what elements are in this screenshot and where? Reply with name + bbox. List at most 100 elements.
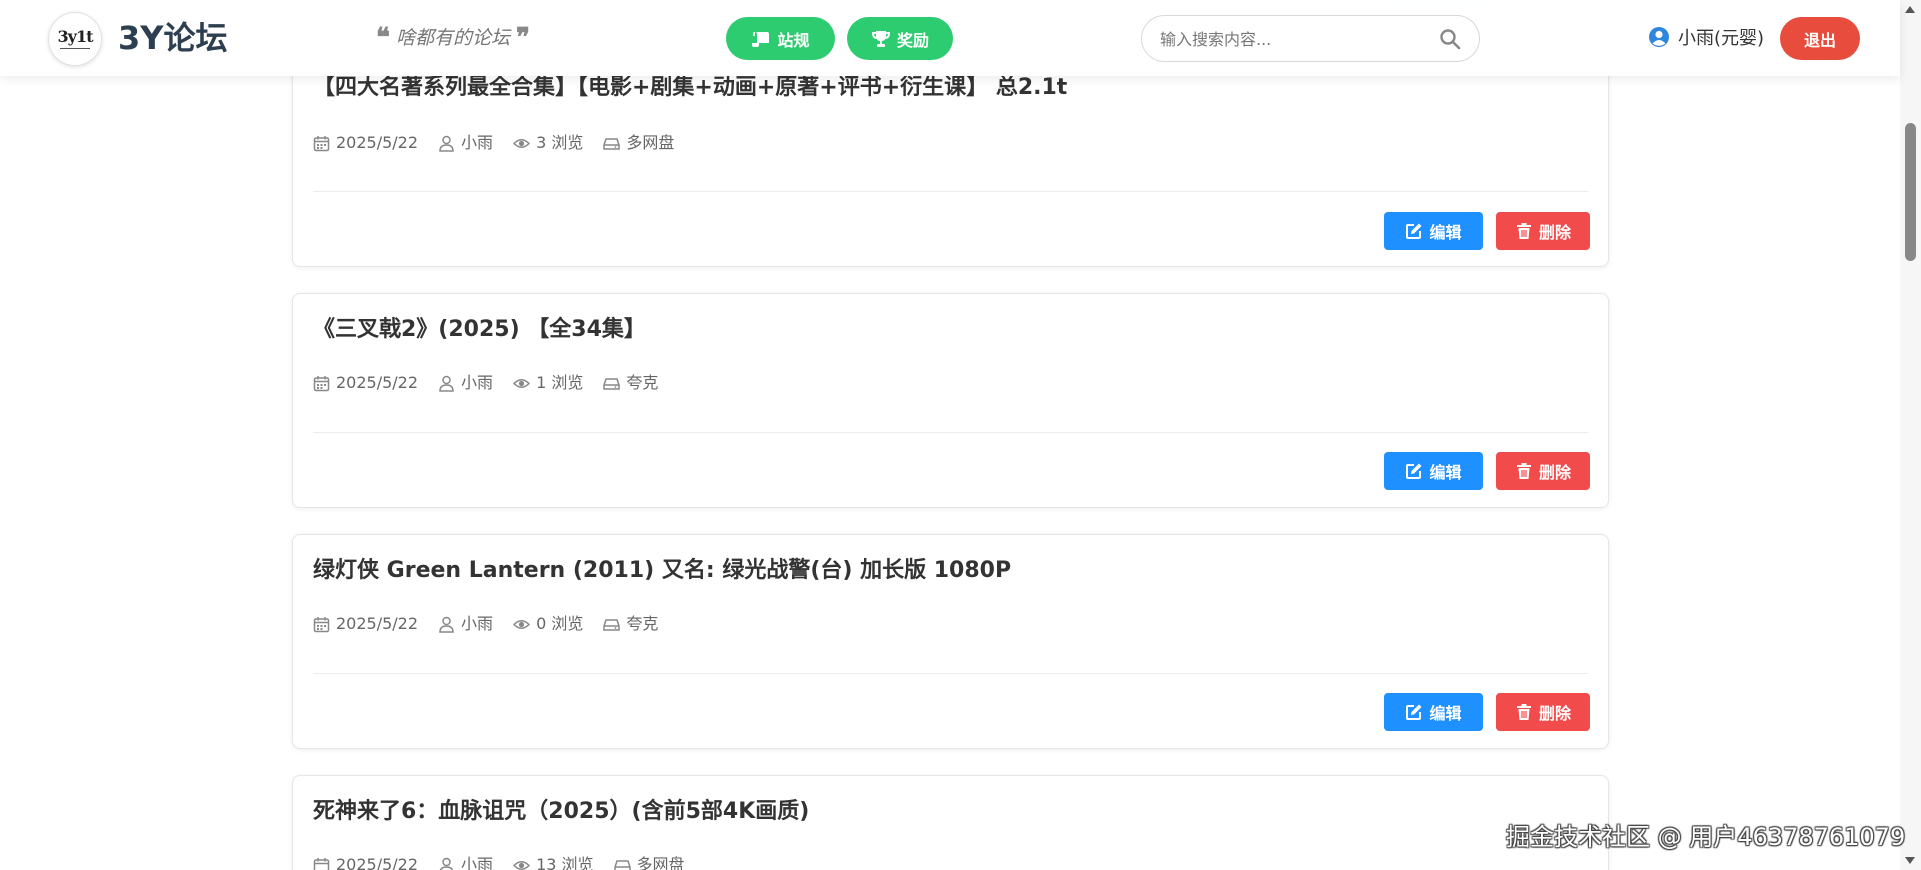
edit-label: 编辑: [1429, 463, 1462, 482]
hard-drive-icon: [603, 377, 621, 390]
post-disk-text: 多网盘: [636, 855, 685, 870]
post-disk: 夸克: [603, 372, 658, 394]
post-date-text: 2025/5/22: [336, 373, 419, 392]
post-disk-text: 多网盘: [626, 133, 675, 152]
reward-button[interactable]: 奖励: [847, 17, 953, 60]
post-meta: 2025/5/22 小雨 3 浏览 多网盘: [313, 132, 694, 154]
search-box: [1141, 15, 1480, 62]
post-views-text: 13 浏览: [536, 855, 594, 870]
post-views-text: 1 浏览: [536, 373, 584, 392]
user-icon: [439, 135, 454, 152]
slogan-text: 啥都有的论坛: [396, 27, 511, 49]
site-title[interactable]: 3Y论坛: [118, 17, 227, 59]
post-card: 绿灯侠 Green Lantern (2011) 又名: 绿光战警(台) 加长版…: [292, 534, 1609, 749]
post-views: 3 浏览: [513, 132, 583, 154]
scroll-up-arrow-icon[interactable]: [1905, 6, 1915, 13]
post-title[interactable]: 死神来了6：血脉诅咒（2025）(含前5部4K画质): [313, 797, 809, 827]
post-author: 小雨: [438, 854, 493, 870]
calendar-icon: [313, 857, 330, 870]
logout-button[interactable]: 退出: [1780, 17, 1860, 60]
post-title[interactable]: 《三叉戟2》(2025) 【全34集】: [313, 315, 646, 345]
post-meta: 2025/5/22 小雨 13 浏览 多网盘: [313, 854, 705, 870]
rules-label: 站规: [777, 30, 810, 50]
edit-icon: [1406, 463, 1422, 479]
post-disk: 夸克: [603, 613, 658, 635]
trash-icon: [1516, 704, 1531, 720]
edit-icon: [1406, 223, 1422, 239]
post-date-text: 2025/5/22: [336, 133, 419, 152]
quote-left-icon: ❝: [376, 23, 390, 53]
site-logo[interactable]: 3y1t: [48, 12, 102, 66]
trash-icon: [1516, 463, 1531, 479]
post-author-text: 小雨: [461, 614, 494, 633]
edit-button[interactable]: 编辑: [1384, 452, 1483, 490]
post-author: 小雨: [438, 132, 493, 154]
scrollbar-thumb[interactable]: [1905, 123, 1916, 261]
card-divider: [313, 191, 1588, 192]
hard-drive-icon: [603, 618, 621, 631]
search-input[interactable]: [1160, 25, 1430, 53]
post-title[interactable]: 【四大名著系列最全合集】【电影+剧集+动画+原著+评书+衍生课】 总2.1t: [313, 73, 1067, 103]
delete-label: 删除: [1538, 463, 1571, 482]
post-meta: 2025/5/22 小雨 1 浏览 夸克: [313, 372, 678, 394]
post-views: 0 浏览: [513, 613, 583, 635]
post-date: 2025/5/22: [313, 372, 418, 394]
delete-label: 删除: [1538, 704, 1571, 723]
user-icon: [439, 375, 454, 392]
calendar-icon: [313, 135, 330, 151]
post-card: 【四大名著系列最全合集】【电影+剧集+动画+原著+评书+衍生课】 总2.1t 2…: [292, 50, 1609, 267]
top-navbar: 3y1t 3Y论坛 ❝ 啥都有的论坛 ❞ 站规 奖励 输入搜索内容... 小雨(…: [0, 0, 1900, 76]
post-card: 死神来了6：血脉诅咒（2025）(含前5部4K画质) 2025/5/22 小雨 …: [292, 775, 1609, 870]
hard-drive-icon: [603, 137, 621, 150]
post-disk-text: 夸克: [626, 373, 659, 392]
delete-button[interactable]: 删除: [1496, 693, 1590, 731]
edit-label: 编辑: [1429, 704, 1462, 723]
post-meta: 2025/5/22 小雨 0 浏览 夸克: [313, 613, 678, 635]
edit-button[interactable]: 编辑: [1384, 212, 1483, 250]
delete-label: 删除: [1538, 223, 1571, 242]
card-divider: [313, 673, 1588, 674]
post-title[interactable]: 绿灯侠 Green Lantern (2011) 又名: 绿光战警(台) 加长版…: [313, 556, 1011, 586]
search-icon[interactable]: [1439, 28, 1461, 50]
username: 小雨(元婴): [1678, 28, 1765, 49]
edit-label: 编辑: [1429, 223, 1462, 242]
eye-icon: [513, 619, 531, 629]
edit-button[interactable]: 编辑: [1384, 693, 1483, 731]
logo-underline: [60, 48, 90, 49]
post-author: 小雨: [438, 613, 493, 635]
post-author-text: 小雨: [461, 373, 494, 392]
eye-icon: [513, 378, 531, 388]
delete-button[interactable]: 删除: [1496, 452, 1590, 490]
watermark: 掘金技术社区 @ 用户46378761079: [1506, 823, 1906, 851]
logo-mark: 3y1t: [57, 27, 94, 46]
post-views-text: 0 浏览: [536, 614, 584, 633]
edit-icon: [1406, 704, 1422, 720]
post-date-text: 2025/5/22: [336, 614, 419, 633]
user-icon: [439, 616, 454, 633]
post-disk-text: 夸克: [626, 614, 659, 633]
calendar-icon: [313, 375, 330, 391]
quote-right-icon: ❞: [516, 23, 531, 53]
post-disk: 多网盘: [613, 854, 685, 870]
post-date-text: 2025/5/22: [336, 855, 419, 870]
reward-label: 奖励: [896, 30, 929, 50]
trash-icon: [1516, 223, 1531, 239]
rules-button[interactable]: 站规: [726, 17, 835, 60]
page-scrollbar[interactable]: [1900, 0, 1921, 870]
post-views: 1 浏览: [513, 372, 583, 394]
user-profile[interactable]: 小雨(元婴): [1648, 24, 1764, 50]
post-views-text: 3 浏览: [536, 133, 584, 152]
user-avatar-icon: [1649, 27, 1669, 47]
post-date: 2025/5/22: [313, 854, 418, 870]
post-date: 2025/5/22: [313, 132, 418, 154]
scroll-down-arrow-icon[interactable]: [1905, 857, 1915, 864]
site-slogan: ❝ 啥都有的论坛 ❞: [376, 24, 530, 52]
post-author-text: 小雨: [461, 855, 494, 870]
post-author: 小雨: [438, 372, 493, 394]
hard-drive-icon: [613, 859, 631, 870]
calendar-icon: [313, 616, 330, 632]
delete-button[interactable]: 删除: [1496, 212, 1590, 250]
eye-icon: [513, 860, 531, 870]
post-card: 《三叉戟2》(2025) 【全34集】 2025/5/22 小雨 1 浏览 夸克…: [292, 293, 1609, 508]
post-disk: 多网盘: [603, 132, 674, 154]
